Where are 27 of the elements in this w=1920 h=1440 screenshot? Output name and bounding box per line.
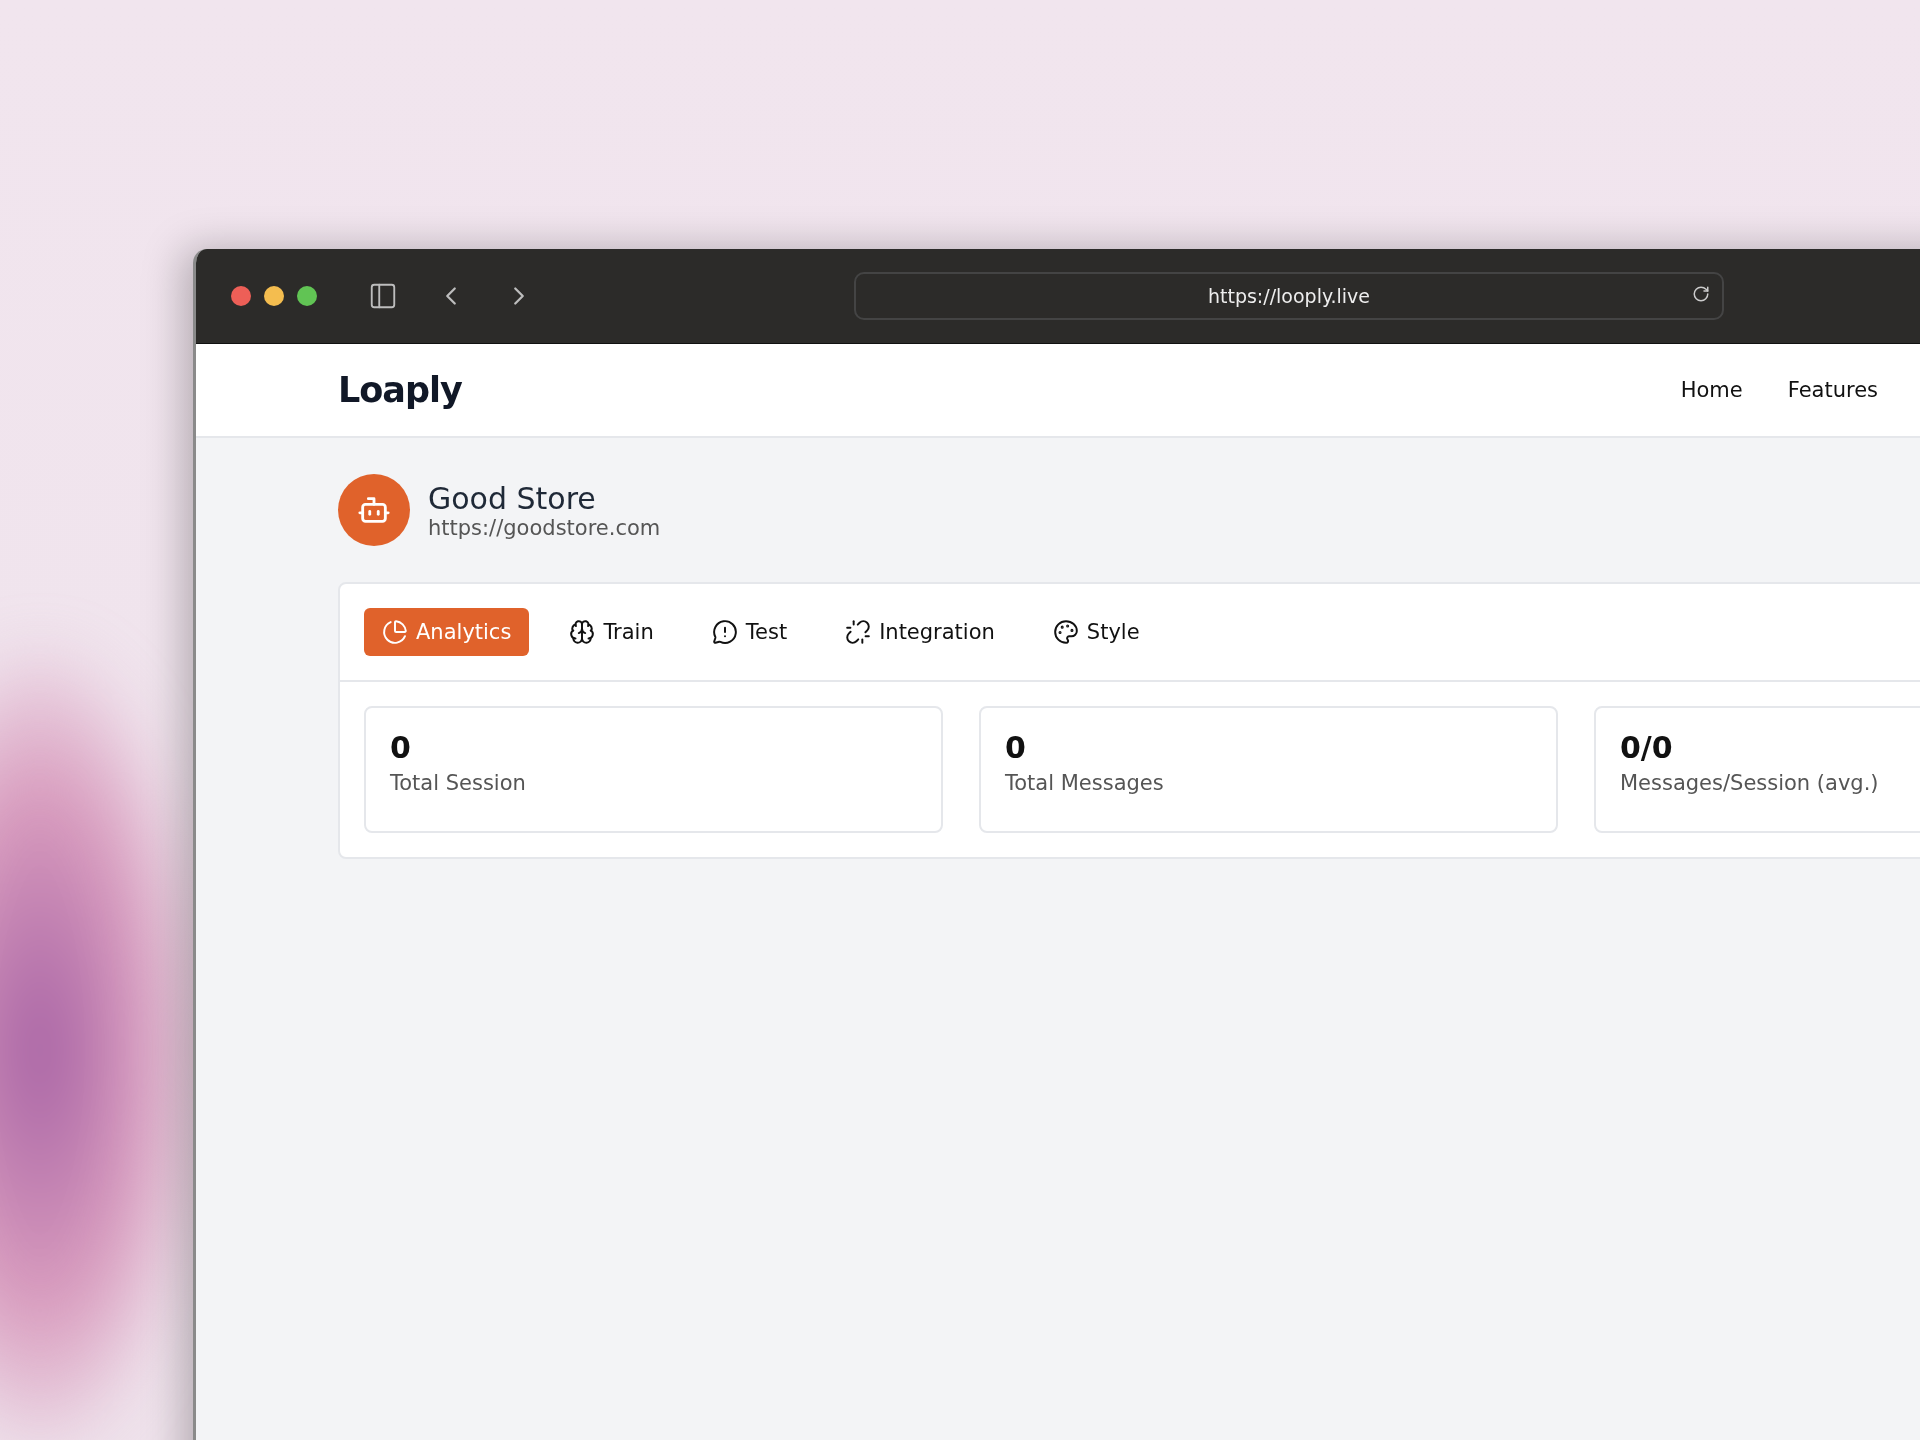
tab[interactable]: Test xyxy=(693,608,806,656)
address-bar[interactable]: https://looply.live xyxy=(854,272,1724,320)
stat-value: 0 xyxy=(1005,730,1027,765)
close-button[interactable] xyxy=(231,286,251,306)
pie-icon xyxy=(382,619,408,645)
brain-icon xyxy=(569,619,596,645)
stat-value: 0/0 xyxy=(1620,730,1674,765)
nav-link[interactable]: Features xyxy=(1787,378,1878,402)
store-url: https://goodstore.com xyxy=(428,515,661,540)
link-icon xyxy=(845,619,872,645)
nav-link[interactable]: Home xyxy=(1680,378,1743,402)
palette-icon xyxy=(1052,619,1079,645)
alert-icon xyxy=(711,619,738,645)
maximize-button[interactable] xyxy=(297,286,317,306)
stat-value: 0 xyxy=(390,730,412,765)
tab[interactable]: Integration xyxy=(827,608,1013,656)
minimize-button[interactable] xyxy=(264,286,284,306)
tab[interactable]: Train xyxy=(551,608,672,656)
tab[interactable]: Style xyxy=(1034,608,1158,656)
reload-icon[interactable] xyxy=(1692,285,1710,303)
logo[interactable]: Loaply xyxy=(338,370,462,410)
stat-label: Total Messages xyxy=(1005,771,1165,795)
stat-label: Messages/Session (avg.) xyxy=(1620,771,1880,795)
tab[interactable]: Analytics xyxy=(364,608,530,656)
sidebar-icon[interactable] xyxy=(368,281,398,311)
stat-label: Total Session xyxy=(390,771,527,795)
store-name: Good Store xyxy=(428,480,597,516)
